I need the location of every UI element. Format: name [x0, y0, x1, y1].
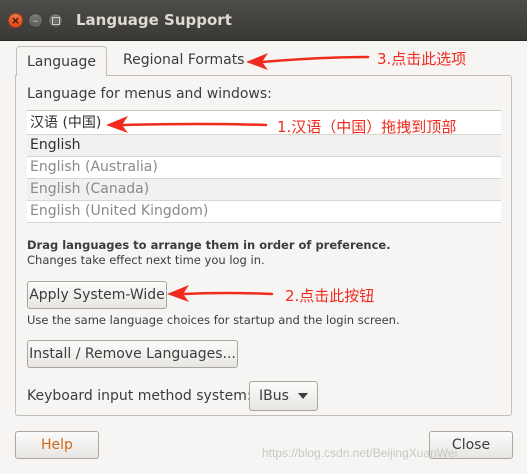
annotation-step3: 3.点击此选项 — [377, 50, 467, 68]
language-list-label: Language for menus and windows: — [27, 86, 272, 102]
window-close-icon[interactable]: × — [8, 13, 23, 28]
apply-system-wide-button[interactable]: Apply System-Wide — [27, 281, 167, 309]
window-title: Language Support — [76, 11, 232, 29]
arrow-to-regional-tab — [246, 53, 370, 70]
annotation-step1: 1.汉语（中国）拖拽到顶部 — [277, 118, 457, 136]
window-maximize-icon[interactable] — [48, 13, 63, 28]
language-item-english-canada[interactable]: English (Canada) — [27, 179, 501, 201]
window-minimize-icon[interactable]: – — [28, 13, 43, 28]
watermark: https://blog.csdn.net/BeijingXuanWei — [262, 446, 458, 460]
change-hint: Changes take effect next time you log in… — [27, 253, 265, 267]
install-remove-languages-button[interactable]: Install / Remove Languages... — [27, 340, 238, 368]
keyboard-input-value: IBus — [259, 388, 289, 404]
keyboard-input-label: Keyboard input method system: — [27, 388, 252, 404]
apply-hint: Use the same language choices for startu… — [27, 313, 400, 327]
language-item-english-australia[interactable]: English (Australia) — [27, 157, 501, 179]
window-titlebar: × – Language Support — [0, 0, 527, 41]
keyboard-input-select[interactable]: IBus — [249, 381, 318, 411]
help-button[interactable]: Help — [15, 431, 99, 459]
tab-regional-formats[interactable]: Regional Formats — [123, 52, 244, 68]
drag-hint: Drag languages to arrange them in order … — [27, 238, 391, 252]
annotation-step2: 2.点击此按钮 — [285, 287, 375, 305]
language-item-english-uk[interactable]: English (United Kingdom) — [27, 201, 501, 223]
tab-language[interactable]: Language — [16, 46, 107, 76]
chevron-down-icon — [298, 393, 308, 399]
language-item-english[interactable]: English — [27, 135, 501, 157]
